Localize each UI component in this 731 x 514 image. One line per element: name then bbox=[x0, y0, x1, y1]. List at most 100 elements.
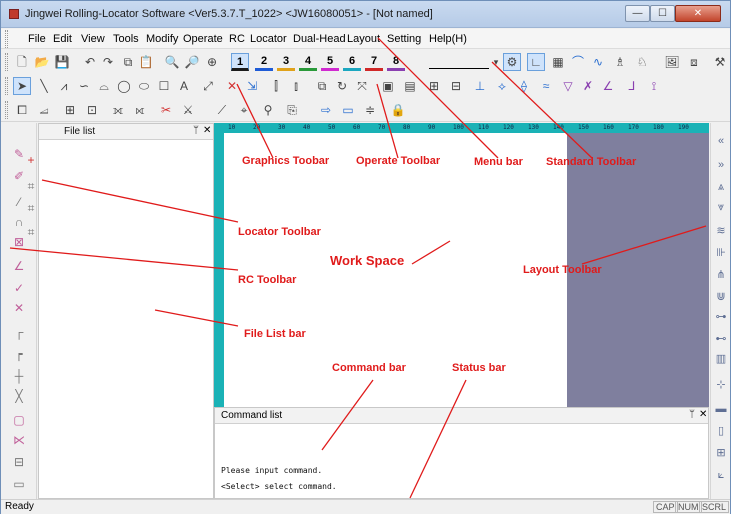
ellipse-icon[interactable]: ⬭ bbox=[135, 77, 153, 95]
layout-bar-icon[interactable]: ▬ bbox=[713, 401, 729, 417]
extend-icon[interactable]: ⊟ bbox=[447, 77, 465, 95]
layer-6-button[interactable]: 6 bbox=[343, 53, 361, 71]
rc-frame-icon[interactable]: ⊟ bbox=[10, 453, 28, 471]
pin-icon[interactable]: ᛘ bbox=[689, 409, 695, 420]
person-icon[interactable]: ♗ bbox=[611, 53, 629, 71]
menu-grip[interactable] bbox=[5, 30, 8, 48]
wave-icon[interactable]: ∿ bbox=[589, 53, 607, 71]
menu-dual-head[interactable]: Dual-Head bbox=[293, 33, 346, 45]
knife-icon[interactable]: ✂ bbox=[157, 101, 175, 119]
hook-icon[interactable]: ⅃ bbox=[623, 77, 641, 95]
zoom-in-icon[interactable]: 🔍 bbox=[163, 53, 181, 71]
layer-2-button[interactable]: 2 bbox=[255, 53, 273, 71]
menu-tools[interactable]: Tools bbox=[113, 33, 139, 45]
rc-tee-icon[interactable]: ┼ bbox=[10, 367, 28, 385]
layout-distribute-icon[interactable]: ⋓ bbox=[713, 289, 729, 305]
command-line[interactable]: <Select> select command. bbox=[221, 482, 337, 491]
layer-8-button[interactable]: 8 bbox=[387, 53, 405, 71]
layer-5-button[interactable]: 5 bbox=[321, 53, 339, 71]
layout-bottom-icon[interactable]: ⩔ bbox=[713, 199, 729, 215]
angle-icon[interactable]: ∠ bbox=[599, 77, 617, 95]
layout-right-icon[interactable]: » bbox=[713, 157, 729, 173]
layout-grid-icon[interactable]: ▥ bbox=[713, 351, 729, 367]
path-icon[interactable]: ⇨ bbox=[317, 101, 335, 119]
text-icon[interactable]: A bbox=[175, 77, 193, 95]
measure-icon[interactable]: ⤢ bbox=[199, 77, 217, 95]
menu-modify[interactable]: Modify bbox=[146, 33, 178, 45]
polyline-icon[interactable]: ⌒ bbox=[569, 53, 587, 71]
sequence-icon[interactable]: ▭ bbox=[339, 101, 357, 119]
rc-check-icon[interactable]: ✓ bbox=[10, 279, 28, 297]
group-icon[interactable]: ⧠ bbox=[13, 101, 31, 119]
rotate-icon[interactable]: ↻ bbox=[333, 77, 351, 95]
locator-plus-icon[interactable]: + bbox=[25, 151, 37, 169]
line-style-dropdown-icon[interactable]: ▾ bbox=[491, 53, 501, 71]
layer-7-button[interactable]: 7 bbox=[365, 53, 383, 71]
rc-slope-icon[interactable]: ∠ bbox=[10, 257, 28, 275]
layer-3-button[interactable]: 3 bbox=[277, 53, 295, 71]
lock-icon[interactable]: 🔒 bbox=[389, 101, 407, 119]
rc-window-icon[interactable]: ▭ bbox=[10, 475, 28, 493]
break-icon[interactable]: ⟋ bbox=[213, 101, 231, 119]
settings-icon[interactable]: ⚒ bbox=[711, 53, 729, 71]
mirror-copy-icon[interactable]: ⫾ bbox=[287, 77, 305, 95]
layout-matrix-icon[interactable]: ⊞ bbox=[713, 445, 729, 461]
toolbar-grip[interactable] bbox=[5, 77, 8, 95]
block-icon[interactable]: ⊞ bbox=[61, 101, 79, 119]
array-icon[interactable]: ⧉ bbox=[313, 77, 331, 95]
toolbar-grip[interactable] bbox=[5, 53, 8, 71]
locator-mark-icon[interactable]: ⌗ bbox=[25, 223, 37, 241]
zoom-all-icon[interactable]: ⊕ bbox=[203, 53, 221, 71]
menu-locator[interactable]: Locator bbox=[250, 33, 287, 45]
frame-alt-icon[interactable]: ▤ bbox=[401, 77, 419, 95]
rectangle-icon[interactable]: ☐ bbox=[155, 77, 173, 95]
grid-icon[interactable]: ▦ bbox=[549, 53, 567, 71]
people-icon[interactable]: ♘ bbox=[633, 53, 651, 71]
layout-center-icon[interactable]: ⊶ bbox=[713, 309, 729, 325]
command-close-icon[interactable]: ✕ bbox=[699, 409, 707, 420]
undo-icon[interactable]: ↶ bbox=[81, 53, 99, 71]
rc-knife-icon[interactable]: ⋉ bbox=[10, 431, 28, 449]
open-folder-icon[interactable]: 📂 bbox=[33, 53, 51, 71]
triangle-icon[interactable]: ▽ bbox=[559, 77, 577, 95]
chamfer-icon[interactable]: ⟠ bbox=[515, 77, 533, 95]
minimize-button[interactable]: — bbox=[625, 5, 650, 22]
point-icon[interactable]: ⌖ bbox=[235, 101, 253, 119]
cross-icon[interactable]: ✗ bbox=[579, 77, 597, 95]
maximize-button[interactable]: ☐ bbox=[650, 5, 675, 22]
rc-square-icon[interactable]: ▢ bbox=[10, 411, 28, 429]
align-icon[interactable]: ⊥ bbox=[471, 77, 489, 95]
split-icon[interactable]: ⟖ bbox=[131, 101, 149, 119]
cut-icon[interactable]: ⚔ bbox=[179, 101, 197, 119]
ortho-icon[interactable]: ∟ bbox=[527, 53, 545, 71]
offset-icon[interactable]: ≈ bbox=[537, 77, 555, 95]
layout-corner-icon[interactable]: ⟀ bbox=[713, 467, 729, 483]
line-style-select[interactable] bbox=[429, 55, 489, 69]
layout-space-icon[interactable]: ⋔ bbox=[713, 267, 729, 283]
paste-icon[interactable]: 📋 bbox=[137, 53, 155, 71]
save-icon[interactable]: 💾 bbox=[53, 53, 71, 71]
layer-1-button[interactable]: 1 bbox=[231, 53, 249, 71]
block-edit-icon[interactable]: ⊡ bbox=[83, 101, 101, 119]
layout-column-icon[interactable]: ▯ bbox=[713, 423, 729, 439]
menu-layout[interactable]: Layout bbox=[347, 33, 380, 45]
ungroup-icon[interactable]: ⧡ bbox=[35, 101, 53, 119]
layout-align-icon[interactable]: ⊪ bbox=[713, 245, 729, 261]
frame-icon[interactable]: ▣ bbox=[379, 77, 397, 95]
drawing-canvas[interactable] bbox=[224, 133, 567, 407]
marker-icon[interactable]: ⚲ bbox=[259, 101, 277, 119]
menu-rc[interactable]: RC bbox=[229, 33, 245, 45]
menu-operate[interactable]: Operate bbox=[183, 33, 223, 45]
layout-top-icon[interactable]: ⩓ bbox=[713, 179, 729, 195]
copy-icon[interactable]: ⧉ bbox=[119, 53, 137, 71]
fillet-icon[interactable]: ⟡ bbox=[493, 77, 511, 95]
redo-icon[interactable]: ↷ bbox=[99, 53, 117, 71]
layers-icon[interactable]: ⧈ bbox=[685, 53, 703, 71]
snap-icon[interactable]: ⚙ bbox=[503, 53, 521, 71]
line-icon[interactable]: ╲ bbox=[35, 77, 53, 95]
circle-icon[interactable]: ◯ bbox=[115, 77, 133, 95]
toolbar-grip[interactable] bbox=[5, 101, 8, 119]
locator-target-icon[interactable]: ⌗ bbox=[25, 177, 37, 195]
menu-view[interactable]: View bbox=[81, 33, 105, 45]
rc-corner-icon[interactable]: ┌ bbox=[10, 323, 28, 341]
